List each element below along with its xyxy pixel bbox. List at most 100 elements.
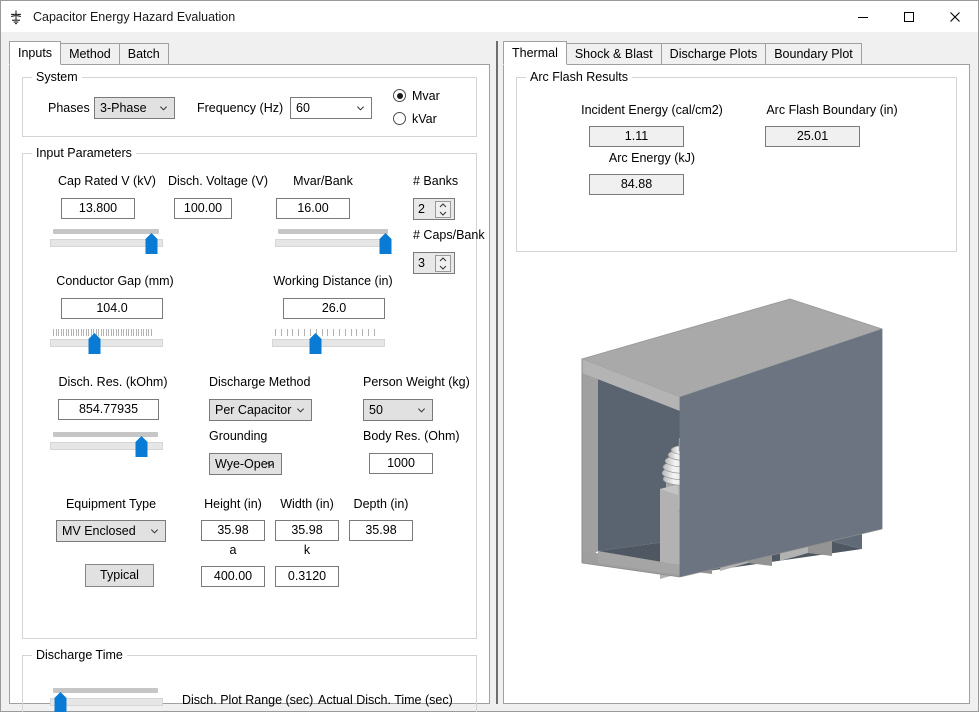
grounding-label: Grounding <box>209 429 267 443</box>
discharge-method-value: Per Capacitor <box>215 403 291 417</box>
input-parameters-group: Input Parameters Cap Rated V (kV) Disch.… <box>22 153 477 639</box>
arc-flash-boundary-label: Arc Flash Boundary (in) <box>737 103 927 117</box>
cap-rated-v-slider[interactable] <box>50 229 163 255</box>
mvar-bank-input[interactable]: 16.00 <box>276 198 350 219</box>
discharge-method-select[interactable]: Per Capacitor <box>209 399 312 421</box>
banks-label: # Banks <box>413 174 458 188</box>
tab-inputs[interactable]: Inputs <box>9 41 61 65</box>
tab-batch[interactable]: Batch <box>119 43 169 64</box>
tab-discharge-plots[interactable]: Discharge Plots <box>661 43 767 64</box>
a-label: a <box>200 543 266 557</box>
grounding-select[interactable]: Wye-Open <box>209 453 282 475</box>
body-res-input[interactable]: 1000 <box>369 453 433 474</box>
depth-input[interactable]: 35.98 <box>349 520 413 541</box>
slider-thumb[interactable] <box>54 692 67 712</box>
chevron-up-icon[interactable] <box>436 256 450 263</box>
phases-label: Phases <box>48 101 90 115</box>
person-weight-label: Person Weight (kg) <box>363 375 470 389</box>
conductor-gap-label: Conductor Gap (mm) <box>35 274 195 288</box>
capacitor-bank-enclosure-3d <box>562 277 912 587</box>
tab-shock-blast[interactable]: Shock & Blast <box>566 43 662 64</box>
chevron-down-icon[interactable] <box>436 264 450 271</box>
arc-flash-results-legend: Arc Flash Results <box>526 70 632 84</box>
slider-fill <box>53 688 158 693</box>
width-label: Width (in) <box>274 497 340 511</box>
equipment-type-select[interactable]: MV Enclosed <box>56 520 166 542</box>
mvar-bank-label: Mvar/Bank <box>265 174 381 188</box>
slider-thumb[interactable] <box>309 333 322 354</box>
caps-bank-spin-buttons[interactable] <box>435 255 451 272</box>
depth-label: Depth (in) <box>348 497 414 511</box>
banks-spin-buttons[interactable] <box>435 201 451 218</box>
slider-thumb[interactable] <box>88 333 101 354</box>
equipment-type-value: MV Enclosed <box>62 524 136 538</box>
person-weight-value: 50 <box>369 403 383 417</box>
disch-voltage-input[interactable]: 100.00 <box>174 198 232 219</box>
slider-ticks <box>53 329 152 336</box>
actual-time-label: Actual Disch. Time (sec) <box>318 693 453 707</box>
radio-kvar[interactable]: kVar <box>393 112 437 126</box>
close-button[interactable] <box>932 1 978 32</box>
tab-thermal[interactable]: Thermal <box>503 41 567 65</box>
k-input[interactable]: 0.3120 <box>275 566 339 587</box>
discharge-time-slider[interactable] <box>50 688 163 712</box>
conductor-gap-input[interactable]: 104.0 <box>61 298 163 319</box>
arc-energy-label: Arc Energy (kJ) <box>557 151 747 165</box>
right-panel: Thermal Shock & Blast Discharge Plots Bo… <box>503 41 970 704</box>
disch-res-input[interactable]: 854.77935 <box>58 399 159 420</box>
person-weight-select[interactable]: 50 <box>363 399 433 421</box>
slider-thumb[interactable] <box>145 233 158 254</box>
slider-ticks <box>275 329 375 336</box>
chevron-down-icon <box>356 104 365 113</box>
chevron-down-icon[interactable] <box>436 210 450 217</box>
left-tabstrip: Inputs Method Batch <box>9 41 490 64</box>
pane-splitter[interactable] <box>493 41 501 704</box>
input-parameters-group-legend: Input Parameters <box>32 146 136 160</box>
slider-fill <box>278 229 388 234</box>
radio-mvar[interactable]: Mvar <box>393 89 440 103</box>
thermal-tab-panel: Arc Flash Results Incident Energy (cal/c… <box>503 64 970 704</box>
disch-res-slider[interactable] <box>50 432 163 458</box>
disch-res-label: Disch. Res. (kOhm) <box>38 375 188 389</box>
caps-bank-label: # Caps/Bank <box>413 228 485 242</box>
caps-bank-stepper[interactable]: 3 <box>413 252 455 274</box>
working-distance-slider[interactable] <box>272 329 385 355</box>
working-distance-input[interactable]: 26.0 <box>283 298 385 319</box>
banks-stepper[interactable]: 2 <box>413 198 455 220</box>
body-res-label: Body Res. (Ohm) <box>363 429 460 443</box>
minimize-button[interactable] <box>840 1 886 32</box>
slider-track[interactable] <box>50 339 163 347</box>
maximize-button[interactable] <box>886 1 932 32</box>
equipment-type-label: Equipment Type <box>41 497 181 511</box>
cap-rated-v-input[interactable]: 13.800 <box>61 198 135 219</box>
tab-boundary-plot[interactable]: Boundary Plot <box>765 43 862 64</box>
plot-range-label: Disch. Plot Range (sec) <box>182 693 313 707</box>
frequency-label: Frequency (Hz) <box>197 101 283 115</box>
system-group: System Phases 3-Phase Frequency (Hz) 60 … <box>22 77 477 137</box>
slider-thumb[interactable] <box>379 233 392 254</box>
frequency-value: 60 <box>296 101 310 115</box>
conductor-gap-slider[interactable] <box>50 329 163 355</box>
width-input[interactable]: 35.98 <box>275 520 339 541</box>
working-distance-label: Working Distance (in) <box>253 274 413 288</box>
inputs-tab-panel: System Phases 3-Phase Frequency (Hz) 60 … <box>9 64 490 704</box>
discharge-time-group: Discharge Time Disch. Plot Range (sec) A… <box>22 655 477 712</box>
phases-select[interactable]: 3-Phase <box>94 97 175 119</box>
arc-flash-boundary-value: 25.01 <box>765 126 860 147</box>
caps-bank-value: 3 <box>418 256 425 270</box>
chevron-down-icon <box>266 460 275 469</box>
chevron-down-icon <box>417 406 426 415</box>
slider-track[interactable] <box>272 339 385 347</box>
slider-thumb[interactable] <box>135 436 148 457</box>
a-input[interactable]: 400.00 <box>201 566 265 587</box>
slider-fill <box>53 229 159 234</box>
frequency-select[interactable]: 60 <box>290 97 372 119</box>
mvar-bank-slider[interactable] <box>275 229 388 255</box>
arc-flash-results-group: Arc Flash Results Incident Energy (cal/c… <box>516 77 957 252</box>
slider-track[interactable] <box>275 239 388 247</box>
chevron-up-icon[interactable] <box>436 202 450 209</box>
tab-method[interactable]: Method <box>60 43 120 64</box>
main-content: Inputs Method Batch System Phases 3-Phas… <box>1 32 978 711</box>
typical-button[interactable]: Typical <box>85 564 154 587</box>
height-input[interactable]: 35.98 <box>201 520 265 541</box>
